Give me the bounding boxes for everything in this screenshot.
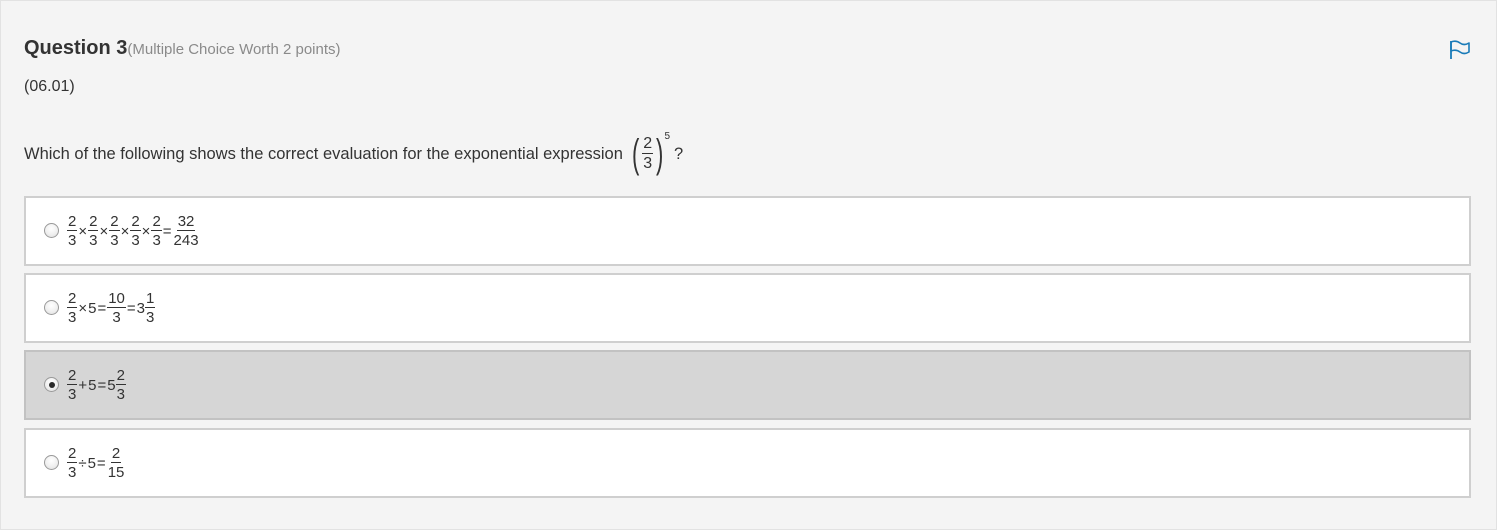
expression-fraction: 2 3 xyxy=(642,135,654,172)
expression-exponent: 5 xyxy=(664,130,671,142)
denominator: 3 xyxy=(68,309,77,326)
answer-option-1[interactable]: 2 3 × 2 3 × 2 3 × 2 3 × 2 3 = 32 243 xyxy=(24,196,1471,266)
denominator: 3 xyxy=(68,232,77,249)
denominator: 3 xyxy=(110,232,119,249)
question-header: Question 3(Multiple Choice Worth 2 point… xyxy=(24,37,341,60)
operator: + xyxy=(78,376,88,394)
operator: × xyxy=(141,222,151,240)
fraction: 13 xyxy=(145,290,156,326)
fraction: 23 xyxy=(67,445,78,481)
denominator: 3 xyxy=(89,232,98,249)
operator: × xyxy=(78,222,88,240)
operator: × xyxy=(120,222,130,240)
question-worth: (Multiple Choice Worth 2 points) xyxy=(127,41,341,58)
question-prompt: Which of the following shows the correct… xyxy=(24,129,683,179)
number: 3 xyxy=(136,299,146,317)
option-math: 2 3 +5 = 5 2 3 xyxy=(67,368,126,402)
fraction: 23 xyxy=(109,213,120,249)
fraction: 23 xyxy=(130,213,141,249)
fraction: 10 3 xyxy=(107,291,126,325)
option-math: 2 3 × 5 = 10 3 = 3 1 3 xyxy=(67,290,156,326)
expression-numerator: 2 xyxy=(642,135,654,154)
numerator: 2 xyxy=(67,213,78,231)
prompt-text: Which of the following shows the correct… xyxy=(24,144,623,163)
operator: = xyxy=(97,376,107,394)
denominator: 3 xyxy=(68,464,77,481)
radio-button[interactable] xyxy=(44,223,59,238)
operator: = xyxy=(126,299,136,317)
numerator: 2 xyxy=(151,213,162,231)
operator: = xyxy=(96,454,106,472)
number: 5 xyxy=(88,299,97,317)
numerator: 2 xyxy=(115,367,126,385)
numerator: 2 xyxy=(67,445,78,463)
right-paren: ) xyxy=(656,132,664,176)
exponential-expression: ( 2 3 ) 5 xyxy=(629,130,671,176)
fraction: 23 xyxy=(151,213,162,249)
number: 5 xyxy=(87,454,96,472)
numerator: 1 xyxy=(145,290,156,308)
denominator: 15 xyxy=(107,464,125,481)
radio-button[interactable] xyxy=(44,377,59,392)
fraction: 23 xyxy=(88,213,99,249)
radio-button[interactable] xyxy=(44,455,59,470)
fraction: 23 xyxy=(67,290,78,326)
number: 5 xyxy=(107,376,116,394)
flag-icon[interactable] xyxy=(1448,39,1472,61)
operator: ÷ xyxy=(78,454,87,472)
numerator: 2 xyxy=(88,213,99,231)
numerator: 32 xyxy=(176,213,196,231)
fraction: 2 15 xyxy=(107,446,126,480)
expression-denominator: 3 xyxy=(643,155,653,172)
numerator: 2 xyxy=(67,290,78,308)
left-paren: ( xyxy=(631,132,640,176)
denominator: 3 xyxy=(131,232,140,249)
denominator: 3 xyxy=(152,232,161,249)
operator: = xyxy=(162,222,172,240)
fraction: 23 xyxy=(67,213,78,249)
denominator: 243 xyxy=(173,232,199,249)
numerator: 2 xyxy=(130,213,141,231)
fraction: 23 xyxy=(67,367,78,403)
numerator: 2 xyxy=(67,367,78,385)
fraction: 23 xyxy=(115,367,126,403)
answer-option-2[interactable]: 2 3 × 5 = 10 3 = 3 1 3 xyxy=(24,273,1471,343)
answer-option-3[interactable]: 2 3 +5 = 5 2 3 xyxy=(24,350,1471,420)
denominator: 3 xyxy=(68,386,77,403)
fraction: 32 243 xyxy=(173,214,200,248)
denominator: 3 xyxy=(112,309,121,326)
numerator: 2 xyxy=(109,213,120,231)
number: 5 xyxy=(88,376,97,394)
prompt-question-mark: ? xyxy=(674,144,684,163)
numerator: 10 xyxy=(107,290,126,308)
operator: × xyxy=(78,299,88,317)
denominator: 3 xyxy=(116,386,125,403)
operator: × xyxy=(99,222,109,240)
operator: = xyxy=(97,299,107,317)
numerator: 2 xyxy=(110,445,122,463)
denominator: 3 xyxy=(146,309,155,326)
answer-option-4[interactable]: 2 3 ÷ 5 = 2 15 xyxy=(24,428,1471,498)
radio-button[interactable] xyxy=(44,300,59,315)
option-math: 2 3 ÷ 5 = 2 15 xyxy=(67,446,125,480)
question-panel: Question 3(Multiple Choice Worth 2 point… xyxy=(0,0,1497,530)
question-code: (06.01) xyxy=(24,78,75,95)
question-title: Question 3 xyxy=(24,37,128,59)
option-math: 2 3 × 2 3 × 2 3 × 2 3 × 2 3 = 32 243 xyxy=(67,214,200,248)
